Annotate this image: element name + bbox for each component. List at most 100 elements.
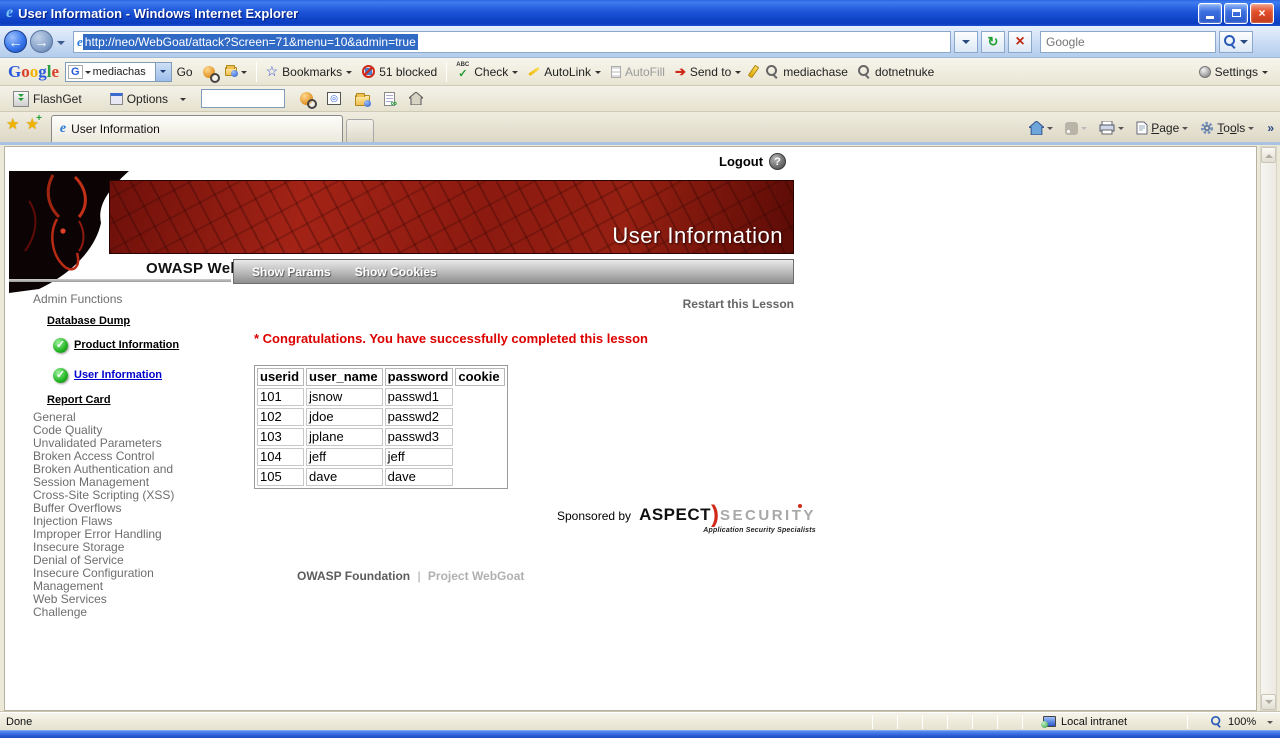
popup-blocker-button[interactable]: 51 blocked (357, 62, 442, 82)
restore-button[interactable] (1224, 3, 1248, 24)
spellcheck-button[interactable]: Check (451, 62, 523, 82)
sidebar-category[interactable]: Admin Functions (33, 293, 205, 306)
sidebar-lesson-row: ✓ User Information (53, 362, 234, 388)
table-cell: passwd1 (385, 388, 454, 406)
magnifier-icon (766, 65, 779, 78)
bookmarks-button[interactable]: ☆Bookmarks (261, 60, 358, 83)
highlighter-button[interactable] (746, 62, 761, 81)
table-header-cell: password (385, 368, 454, 386)
close-button[interactable]: × (1250, 3, 1274, 24)
add-favorite-button[interactable]: ★ (25, 115, 38, 133)
sidebar-category[interactable]: Broken Authentication and Session Manage… (33, 463, 205, 489)
lesson-complete-icon: ✓ (53, 338, 68, 353)
sidebar-category[interactable]: Challenge (33, 606, 205, 619)
status-text: Done (0, 716, 860, 728)
zoom-control[interactable]: 100% (1200, 715, 1280, 728)
sidebar-lesson-link[interactable]: Database Dump (47, 315, 130, 327)
search-input[interactable] (1040, 31, 1216, 53)
stop-button[interactable]: × (1008, 31, 1032, 53)
project-webgoat-link[interactable]: Project WebGoat (428, 569, 524, 583)
sidebar-lesson-link[interactable]: Report Card (47, 394, 111, 406)
history-dropdown-icon[interactable] (57, 41, 65, 49)
refresh-button[interactable]: ↻ (981, 31, 1005, 53)
home-button[interactable] (1026, 119, 1056, 137)
google-search-combo[interactable]: G mediachas (65, 62, 172, 82)
tab-user-information[interactable]: e User Information (51, 115, 343, 142)
help-icon[interactable]: ? (769, 153, 786, 170)
flashget-home-button[interactable] (404, 89, 428, 108)
popup-blocked-icon (362, 65, 375, 78)
google-settings-button[interactable]: Settings (1194, 62, 1272, 82)
sidebar-lesson-row: Database Dump (47, 313, 234, 328)
feeds-button[interactable] (1062, 120, 1090, 137)
scroll-up-button[interactable] (1261, 147, 1276, 163)
table-cell (455, 468, 504, 486)
sendto-button[interactable]: ➔Send to (670, 61, 746, 83)
media-capture-button[interactable]: ◎ (322, 89, 346, 108)
table-row: 105davedave (257, 468, 505, 486)
sidebar-category[interactable]: Insecure Configuration Management (33, 567, 205, 593)
brand-underline (9, 279, 231, 282)
flashget-button[interactable]: FlashGet (8, 88, 87, 110)
nav-button-show-params[interactable]: Show Params (252, 265, 331, 279)
forward-button[interactable]: → (30, 30, 53, 53)
google-combo-value[interactable]: mediachas (93, 66, 155, 78)
autofill-button[interactable]: AutoFill (606, 62, 670, 82)
restart-lesson-link[interactable]: Restart this Lesson (494, 297, 794, 311)
table-header-cell: cookie (455, 368, 504, 386)
back-button[interactable]: ← (4, 30, 27, 53)
zoom-icon (1211, 716, 1222, 727)
minimize-button[interactable] (1198, 3, 1222, 24)
user-data-table: useriduser_namepasswordcookie 101jsnowpa… (254, 365, 508, 489)
browser-window: e User Information - Windows Internet Ex… (0, 0, 1280, 738)
success-message: * Congratulations. You have successfully… (254, 331, 648, 346)
page-menu-button[interactable]: Page (1133, 119, 1191, 137)
page-link-icon: ∞ (384, 92, 395, 106)
search-go-button[interactable] (1219, 31, 1253, 53)
title-bar[interactable]: e User Information - Windows Internet Ex… (0, 0, 1280, 26)
table-cell: 105 (257, 468, 304, 486)
combo-dropdown-button[interactable] (155, 63, 171, 81)
lesson-complete-icon: ✓ (53, 368, 68, 383)
favorites-center-button[interactable]: ★ (6, 115, 19, 133)
sidebar-lesson-link[interactable]: User Information (74, 369, 162, 381)
autolink-button[interactable]: AutoLink (523, 62, 606, 82)
search-images-button[interactable] (220, 64, 252, 80)
flashget-url-input[interactable] (201, 89, 285, 108)
dotnetnuke-search-button[interactable]: dotnetnuke (853, 62, 939, 82)
intranet-zone-icon (1043, 716, 1056, 727)
url-text[interactable]: http://neo/WebGoat/attack?Screen=71&menu… (83, 34, 418, 50)
nav-button-show-cookies[interactable]: Show Cookies (355, 265, 437, 279)
restore-icon (1232, 9, 1241, 17)
site-explorer-button[interactable] (350, 89, 375, 109)
mediachase-search-button[interactable]: mediachase (761, 62, 853, 82)
scroll-down-button[interactable] (1261, 694, 1276, 710)
options-icon (110, 93, 123, 105)
gear-icon (1200, 121, 1214, 135)
tools-menu-button[interactable]: Tools (1197, 119, 1257, 137)
page-footer: OWASP Foundation | Project WebGoat (297, 569, 524, 583)
table-header-row: useriduser_namepasswordcookie (257, 368, 505, 386)
vertical-scrollbar[interactable] (1260, 146, 1277, 711)
owasp-foundation-link[interactable]: OWASP Foundation (297, 569, 410, 583)
table-row: 101jsnowpasswd1 (257, 388, 505, 406)
spellcheck-icon (456, 65, 470, 79)
rss-icon (1065, 122, 1078, 135)
logout-link[interactable]: Logout (719, 154, 763, 169)
new-tab-button[interactable] (346, 119, 374, 142)
flashget-options-button[interactable]: Options (105, 89, 191, 109)
sidebar-lesson-link[interactable]: Product Information (74, 339, 179, 351)
windows-taskbar-edge[interactable] (0, 730, 1280, 738)
google-go-button[interactable]: Go (172, 62, 198, 82)
table-cell (455, 408, 504, 426)
address-field[interactable]: e http://neo/WebGoat/attack?Screen=71&me… (73, 31, 951, 53)
search-site-button[interactable] (198, 63, 220, 81)
toolbar-overflow-chevron[interactable]: » (1267, 121, 1274, 135)
download-page-button[interactable]: ∞ (379, 89, 400, 109)
print-button[interactable] (1096, 119, 1127, 137)
table-cell: dave (385, 468, 454, 486)
table-cell (455, 448, 504, 466)
address-dropdown-button[interactable] (954, 31, 978, 53)
table-cell: dave (306, 468, 383, 486)
net-search-button[interactable] (295, 89, 318, 108)
